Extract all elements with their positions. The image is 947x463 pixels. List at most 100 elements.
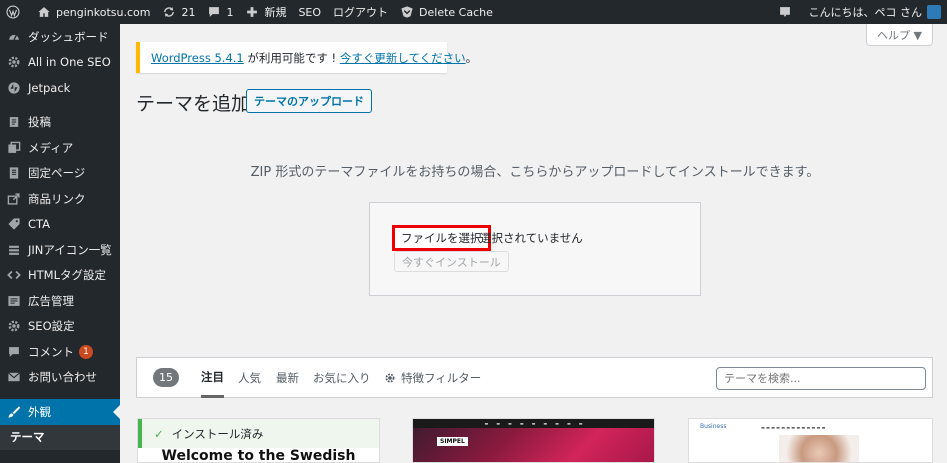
link-icon — [7, 192, 21, 206]
gear-icon — [7, 55, 21, 69]
logout-link[interactable]: ログアウト — [327, 0, 394, 24]
theme-filter-bar: 15 注目 人気 最新 お気に入り 特徴フィルター — [136, 357, 933, 398]
new-content-link[interactable]: 新規 — [239, 0, 292, 24]
wordpress-logo[interactable] — [0, 0, 31, 24]
seo-link[interactable]: SEO — [292, 0, 327, 24]
cache-icon — [401, 6, 413, 18]
site-name-link[interactable]: penginkotsu.com — [31, 0, 156, 24]
sidebar-item-6[interactable]: 商品リンク — [0, 186, 120, 212]
upload-form: ファイルを選択 選択されていません 今すぐインストール — [369, 202, 701, 296]
sidebar-item-label: HTMLタグ設定 — [28, 268, 107, 283]
sidebar-item-3[interactable]: 投稿 — [0, 110, 120, 136]
dashboard-icon — [7, 30, 21, 44]
sidebar-item-label: 商品リンク — [28, 191, 86, 206]
admin-sidebar: ダッシュボード All in One SEO Jetpack 投稿メディア固定ページ商… — [0, 24, 120, 463]
pin-icon — [7, 115, 21, 129]
sidebar-item-15[interactable]: テーマ — [0, 424, 120, 450]
tab-latest[interactable]: 最新 — [276, 358, 299, 398]
page-title: テーマを追加 — [136, 93, 251, 115]
theme-screenshot-photo — [779, 435, 859, 462]
sidebar-item-label: JINアイコン一覧 — [28, 242, 112, 257]
sidebar-item-7[interactable]: CTA — [0, 212, 120, 238]
sidebar-item-9[interactable]: HTMLタグ設定 — [0, 263, 120, 289]
installed-notice: ✓ インストール済み — [138, 419, 379, 448]
ad-icon — [7, 294, 21, 308]
comment-count-badge: 1 — [79, 344, 93, 359]
sidebar-item-10[interactable]: 広告管理 — [0, 288, 120, 314]
sidebar-item-label: Jetpack — [28, 80, 71, 95]
sidebar-item-label: テーマ — [10, 430, 45, 445]
home-icon — [38, 7, 50, 17]
refresh-icon — [164, 7, 175, 17]
notification-icon — [779, 7, 790, 17]
sidebar-item-1[interactable]: All in One SEO — [0, 50, 120, 76]
sidebar-item-13[interactable]: お問い合わせ — [0, 365, 120, 391]
tab-favorites[interactable]: お気に入り — [313, 358, 371, 398]
upload-description: ZIP 形式のテーマファイルをお持ちの場合、こちらからアップロードしてインストー… — [250, 165, 820, 180]
wordpress-icon — [6, 5, 20, 19]
sidebar-item-label: 外観 — [28, 404, 51, 419]
sidebar-item-8[interactable]: JINアイコン一覧 — [0, 237, 120, 263]
seo-label: SEO — [298, 5, 322, 19]
admin-bar: penginkotsu.com 21 1 新規 SEO ログアウト Delete… — [0, 0, 947, 24]
brush-icon — [7, 405, 21, 419]
tab-popular[interactable]: 人気 — [238, 358, 261, 398]
my-account-link[interactable]: こんにちは、ペコ さん — [803, 0, 947, 24]
menu-separator — [0, 390, 120, 399]
theme-screenshot-badge: SIMPEL — [437, 437, 468, 446]
install-now-button[interactable]: 今すぐインストール — [394, 251, 509, 272]
wordpress-version-link[interactable]: WordPress 5.4.1 — [151, 51, 244, 65]
sidebar-item-label: 投稿 — [28, 115, 51, 130]
sidebar-item-0[interactable]: ダッシュボード — [0, 24, 120, 50]
sidebar-item-12[interactable]: コメント 1 — [0, 339, 120, 365]
media-icon — [7, 141, 21, 155]
sidebar-item-5[interactable]: 固定ページ — [0, 161, 120, 187]
theme-screenshot-heading: Welcome to the Swedish — [161, 448, 356, 463]
sidebar-item-14[interactable]: 外観 — [0, 399, 120, 425]
sidebar-item-label: ダッシュボード — [28, 29, 109, 44]
comments-link[interactable]: 1 — [201, 0, 239, 24]
upload-theme-button[interactable]: テーマのアップロード — [246, 89, 372, 113]
updates-count: 21 — [181, 5, 196, 19]
file-status-text: 選択されていません — [480, 231, 583, 245]
sidebar-item-2[interactable]: Jetpack — [0, 75, 120, 101]
logout-label: ログアウト — [333, 6, 389, 19]
gear-icon — [385, 373, 395, 383]
comment-icon — [209, 7, 220, 17]
sidebar-item-label: SEO設定 — [28, 319, 75, 334]
tag-icon — [7, 217, 21, 231]
check-icon: ✓ — [154, 426, 164, 441]
updates-link[interactable]: 21 — [156, 0, 201, 24]
delete-cache-label: Delete Cache — [419, 5, 493, 19]
update-now-link[interactable]: 今すぐ更新してください — [340, 50, 466, 66]
sidebar-item-label: CTA — [28, 217, 51, 232]
delete-cache-link[interactable]: Delete Cache — [394, 0, 499, 24]
notice-text: が利用可能です ! — [243, 50, 340, 65]
page-icon — [7, 166, 21, 180]
theme-card[interactable]: ▬ ▬ ▬ ▬ ▬ ▬ ▬ ▬ ▬ SIMPEL — [412, 418, 655, 463]
choose-file-button[interactable]: ファイルを選択 — [392, 225, 491, 251]
sidebar-item-label: お問い合わせ — [28, 370, 97, 385]
comments-count: 1 — [226, 5, 234, 19]
theme-card[interactable]: Business ▬ ▬ ▬ ▬ ▬ ▬ ▬ ▬ ▬ ▬ ▬ ▬ ▬ — [688, 418, 933, 463]
mail-icon — [7, 370, 21, 384]
tab-featured[interactable]: 注目 — [201, 358, 224, 398]
sidebar-item-label: All in One SEO — [28, 55, 111, 70]
help-tab-button[interactable]: ヘルプ ▼ — [866, 24, 933, 46]
feature-filter-button[interactable]: 特徴フィルター — [384, 358, 481, 398]
theme-search-input[interactable] — [716, 367, 926, 390]
theme-card[interactable]: ✓ インストール済み Welcome to the Swedish — [137, 418, 380, 463]
sidebar-item-label: 固定ページ — [28, 166, 86, 181]
theme-screenshot-brand: Business — [700, 423, 727, 430]
site-name: penginkotsu.com — [56, 5, 151, 19]
theme-screenshot-nav: ▬ ▬ ▬ ▬ ▬ ▬ ▬ ▬ ▬ ▬ ▬ ▬ ▬ — [761, 425, 826, 430]
sidebar-item-label: 広告管理 — [28, 293, 74, 308]
sidebar-item-11[interactable]: SEO設定 — [0, 314, 120, 340]
notifications-link[interactable] — [772, 0, 803, 24]
gear-icon — [7, 319, 21, 333]
theme-count-badge: 15 — [153, 368, 179, 387]
sidebar-item-4[interactable]: メディア — [0, 135, 120, 161]
notice-tail: 。 — [465, 50, 478, 65]
sidebar-item-label: メディア — [28, 140, 74, 155]
list-icon — [7, 243, 21, 257]
